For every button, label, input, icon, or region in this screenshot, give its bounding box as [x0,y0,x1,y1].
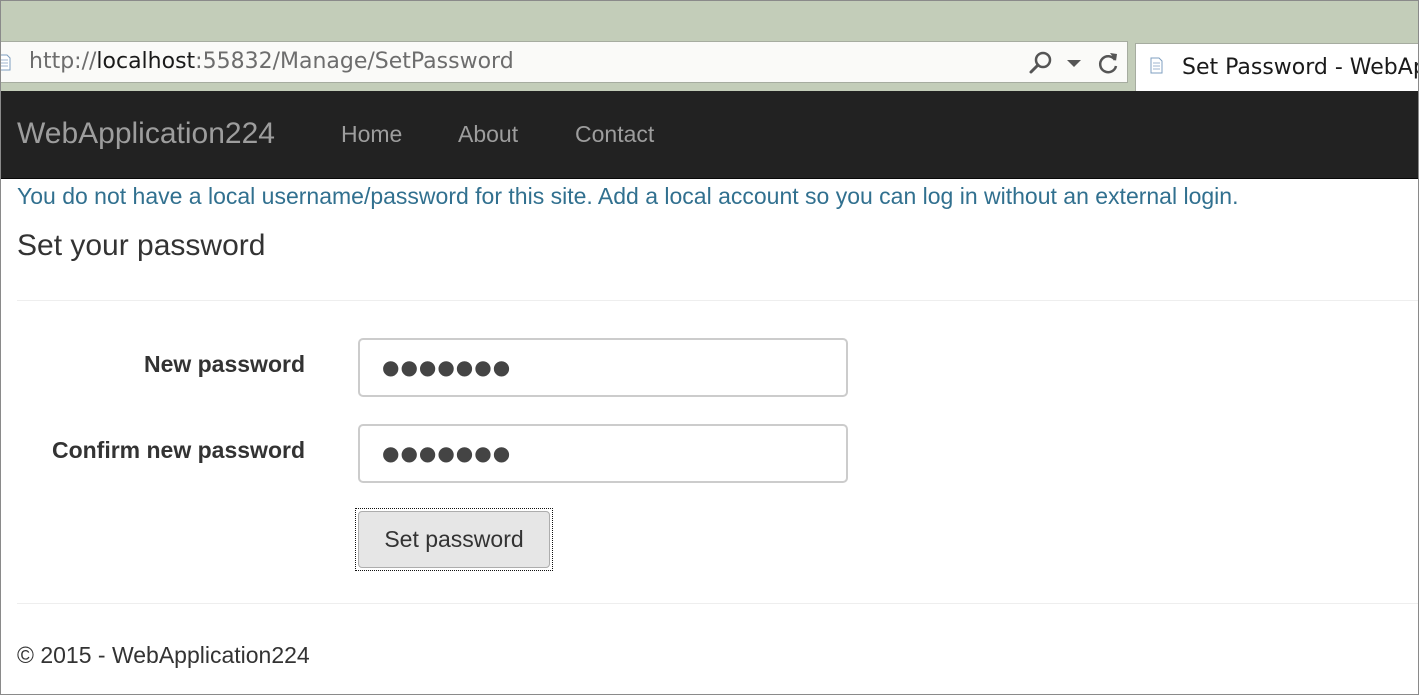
set-password-button[interactable]: Set password [358,511,550,568]
dropdown-arrow-icon[interactable] [1064,50,1084,76]
footer-divider [17,603,1418,604]
nav-contact-link[interactable]: Contact [575,91,654,179]
footer-copyright: © 2015 - WebApplication224 [17,642,310,668]
url-text[interactable]: http://localhost:55832/Manage/SetPasswor… [29,42,514,82]
confirm-password-field[interactable]: ●●●●●●● [358,424,848,483]
nav-home-link[interactable]: Home [341,91,402,179]
address-bar[interactable]: http://localhost:55832/Manage/SetPasswor… [1,41,1128,83]
page-icon [1150,57,1163,74]
new-password-value: ●●●●●●● [382,355,512,379]
browser-window: http://localhost:55832/Manage/SetPasswor… [0,0,1419,695]
tab-title: Set Password - WebApp [1182,55,1419,80]
url-scheme: http:// [29,49,97,74]
brand-link[interactable]: WebApplication224 [17,91,275,179]
confirm-password-value: ●●●●●●● [382,441,512,465]
confirm-password-label: Confirm new password [51,437,305,463]
info-message: You do not have a local username/passwor… [17,183,1239,209]
url-path: :55832/Manage/SetPassword [195,49,514,74]
nav-about-link[interactable]: About [458,91,518,179]
new-password-label: New password [143,351,305,377]
new-password-field[interactable]: ●●●●●●● [358,338,848,397]
browser-tab[interactable]: Set Password - WebApp [1135,43,1419,91]
page-icon [1,54,11,71]
refresh-icon[interactable] [1095,50,1121,76]
navbar: WebApplication224 Home About Contact [1,91,1418,179]
browser-chrome: http://localhost:55832/Manage/SetPasswor… [1,1,1419,91]
search-icon[interactable] [1028,50,1054,76]
divider [17,300,1418,301]
page-title: Set your password [17,229,266,262]
focus-outline: Set password [355,508,553,571]
url-host: localhost [96,49,196,74]
